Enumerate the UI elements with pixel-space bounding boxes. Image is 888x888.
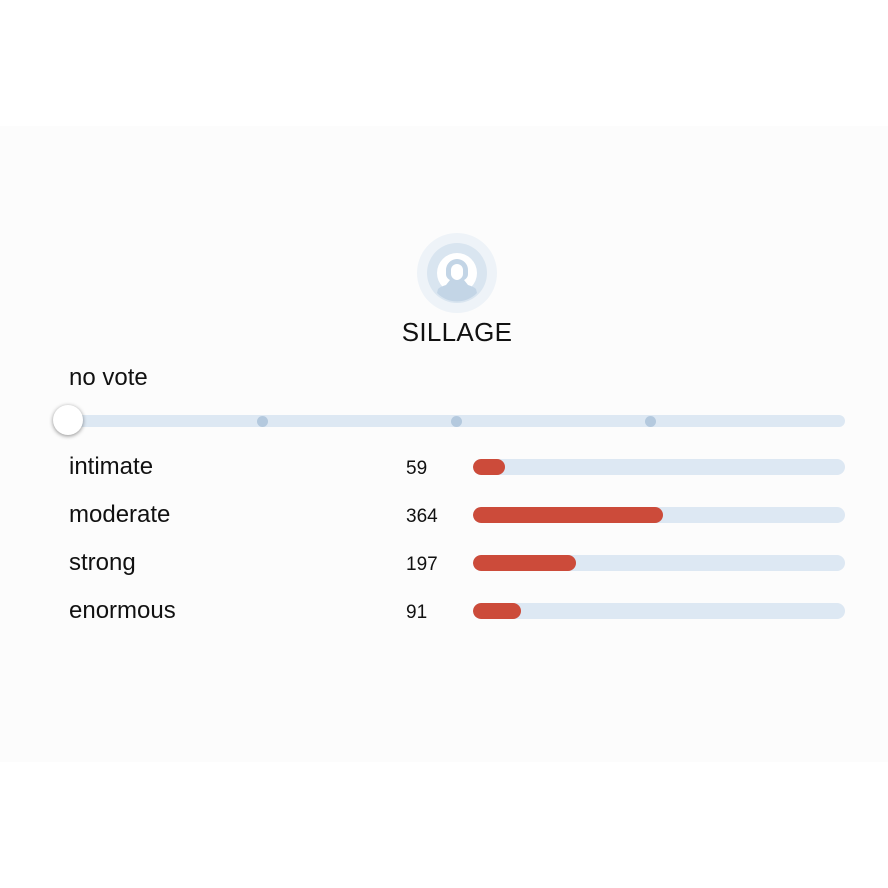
option-bar-fill — [473, 459, 505, 475]
vote-slider-stop[interactable] — [645, 416, 656, 427]
option-vote-count: 364 — [406, 506, 438, 527]
vote-slider-thumb[interactable] — [53, 405, 83, 435]
option-bar-fill — [473, 603, 522, 619]
option-label: strong — [69, 549, 136, 576]
option-label: intimate — [69, 453, 154, 480]
vote-slider[interactable] — [53, 405, 847, 437]
option-bar-track — [473, 459, 845, 475]
option-bar-fill — [473, 507, 663, 523]
sillage-panel — [0, 126, 888, 762]
vote-slider-stop[interactable] — [257, 416, 268, 427]
option-label: moderate — [69, 501, 171, 528]
option-bar-track — [473, 507, 845, 523]
option-label: enormous — [69, 597, 176, 624]
vote-option-enormous: enormous 91 — [0, 597, 888, 645]
option-vote-count: 91 — [406, 602, 428, 623]
option-bar-track — [473, 555, 845, 571]
option-bar-track — [473, 603, 845, 619]
option-bar-fill — [473, 555, 577, 571]
user-avatar-icon — [417, 233, 497, 313]
vote-slider-stop[interactable] — [451, 416, 462, 427]
vote-option-moderate: moderate 364 — [0, 501, 888, 549]
option-vote-count: 197 — [406, 554, 438, 575]
section-title: SILLAGE — [401, 317, 513, 347]
vote-option-strong: strong 197 — [0, 549, 888, 597]
vote-status-label: no vote — [69, 364, 148, 391]
option-vote-count: 59 — [406, 458, 428, 479]
vote-option-intimate: intimate 59 — [0, 453, 888, 501]
